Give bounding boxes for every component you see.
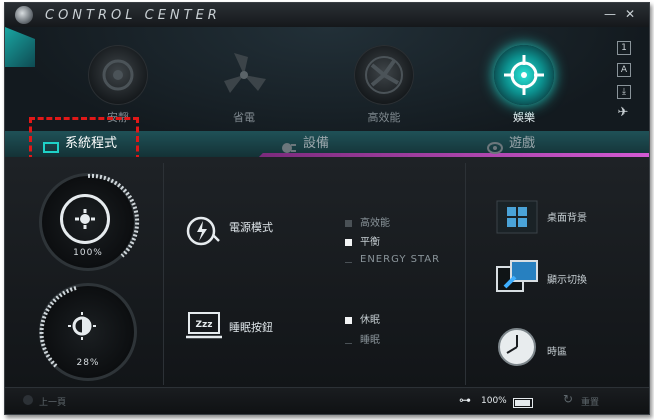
display-switch-link[interactable]: 顯示切換 (547, 271, 587, 286)
airplane-mode-button[interactable]: ✈ (617, 106, 629, 119)
plug-icon (281, 138, 297, 153)
tab-label: 遊戲 (509, 136, 536, 151)
power-option-high-performance[interactable]: 高效能 (345, 214, 390, 229)
sleep-laptop-icon: Zzz (185, 311, 222, 341)
clock-icon[interactable] (495, 327, 539, 367)
radio[interactable] (345, 219, 352, 227)
divider (465, 163, 466, 385)
highlight-annotation (29, 117, 139, 161)
option-label: 睡眠 (360, 335, 380, 346)
radio[interactable] (345, 337, 352, 344)
download-button[interactable]: ⤓ (617, 85, 631, 99)
option-label: 高效能 (360, 218, 390, 229)
sleep-icon-text: Zzz (195, 320, 212, 330)
mode-entertainment[interactable]: 娛樂 (479, 45, 569, 125)
power-plug-icon (185, 215, 221, 246)
mode-power-saving[interactable]: 省電 (199, 45, 289, 125)
profile-a-button[interactable]: A (617, 63, 631, 77)
sleep-option-sleep[interactable]: 睡眠 (345, 331, 380, 346)
control-center-window: CONTROL CENTER — ✕ 安靜 省電 高效能 娛樂 1 A ⤓ ✈ … (4, 2, 650, 415)
reset-button[interactable]: 重置 (581, 395, 599, 408)
tab-label: 設備 (303, 136, 330, 151)
mode-label: 省電 (233, 111, 255, 124)
option-label: ENERGY STAR (360, 254, 441, 265)
back-button[interactable]: 上一頁 (39, 395, 66, 408)
power-option-balanced[interactable]: 平衡 (345, 233, 380, 248)
gamepad-icon (487, 138, 503, 154)
volume-icon (60, 194, 110, 244)
title-bar: CONTROL CENTER — ✕ (5, 3, 649, 27)
sleep-option-hibernate[interactable]: 休眠 (345, 311, 380, 326)
minimize-button[interactable]: — (603, 7, 617, 21)
radio[interactable] (345, 316, 352, 324)
desktop-background-link[interactable]: 桌面背景 (547, 209, 587, 224)
speaker-icon (88, 45, 148, 105)
radio[interactable] (345, 256, 352, 263)
option-label: 休眠 (360, 315, 380, 326)
mode-high-performance[interactable]: 高效能 (339, 45, 429, 125)
volume-dial[interactable]: 100% (39, 173, 140, 271)
volume-value: 100% (73, 248, 103, 258)
mode-label: 高效能 (367, 111, 401, 124)
display-switch-icon[interactable] (495, 259, 539, 295)
brightness-value: 28% (76, 358, 100, 368)
crosshair-icon (494, 45, 554, 105)
mode-label: 娛樂 (513, 111, 535, 124)
mode-quiet[interactable]: 安靜 (73, 45, 163, 125)
reset-icon[interactable]: ↻ (563, 392, 573, 406)
profile-1-button[interactable]: 1 (617, 41, 631, 55)
tab-devices[interactable]: 設備 (281, 131, 329, 157)
windows-desktop-icon[interactable] (495, 199, 539, 235)
fan-icon (214, 45, 274, 105)
divider (163, 163, 164, 385)
tab-games[interactable]: 遊戲 (487, 131, 535, 157)
close-button[interactable]: ✕ (623, 7, 637, 21)
power-option-energy-star[interactable]: ENERGY STAR (345, 254, 440, 265)
back-icon[interactable] (23, 395, 33, 405)
battery-percent: 100% (481, 396, 507, 406)
battery-icon (513, 398, 533, 408)
power-mode-title: 電源模式 (229, 221, 273, 234)
app-logo-icon (15, 6, 33, 24)
sleep-button-title: 睡眠按鈕 (229, 321, 273, 334)
brightness-dial[interactable]: 28% (39, 283, 137, 381)
window-title: CONTROL CENTER (45, 8, 221, 23)
status-bar (5, 387, 649, 414)
radio[interactable] (345, 238, 352, 246)
brightness-icon (60, 304, 110, 354)
fan-blade-icon (354, 45, 414, 105)
ac-power-icon: ⊶ (459, 393, 471, 407)
option-label: 平衡 (360, 237, 380, 248)
time-zone-link[interactable]: 時區 (547, 343, 567, 358)
